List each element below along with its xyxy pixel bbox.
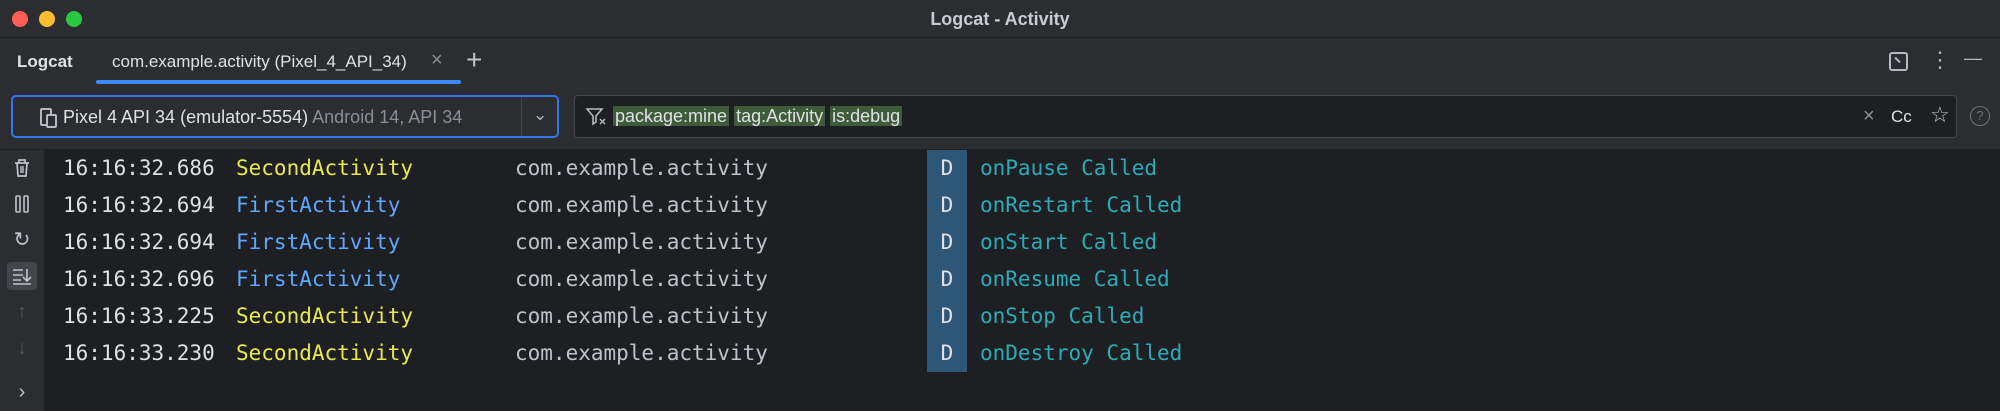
match-case-button[interactable]: Cc [1891,107,1912,127]
log-level-badge: D [927,298,967,335]
device-name: Pixel 4 API 34 (emulator-5554) [63,107,309,127]
device-details: Android 14, API 34 [312,107,463,127]
log-package: com.example.activity [515,267,768,291]
log-row[interactable]: 16:16:33.230 SecondActivity com.example.… [45,335,2000,372]
trash-icon[interactable] [7,154,37,182]
log-package: com.example.activity [515,230,768,254]
tab-logcat-session[interactable]: com.example.activity (Pixel_4_API_34) × [96,38,461,86]
collapse-icon[interactable] [1889,52,1908,71]
log-timestamp: 16:16:32.686 [63,156,215,180]
device-selector[interactable]: Pixel 4 API 34 (emulator-5554) Android 1… [11,95,559,138]
title-bar: Logcat - Activity [0,0,2000,38]
pause-icon[interactable] [7,190,37,218]
filter-chip: package:mine [613,106,730,126]
restart-icon[interactable]: ↻ [7,226,37,254]
log-row[interactable]: 16:16:32.694 FirstActivity com.example.a… [45,187,2000,224]
log-message: onDestroy Called [980,341,1183,365]
log-package: com.example.activity [515,341,768,365]
help-icon[interactable]: ? [1970,106,1990,126]
expand-icon[interactable]: › [7,378,37,406]
filter-icon[interactable] [585,105,607,133]
log-level-badge: D [927,335,967,372]
log-row[interactable]: 16:16:33.225 SecondActivity com.example.… [45,298,2000,335]
log-timestamp: 16:16:33.225 [63,304,215,328]
log-package: com.example.activity [515,193,768,217]
filter-input[interactable]: package:mine tag:Activity is:debug × Cc … [574,95,1957,138]
log-tag: SecondActivity [236,304,414,328]
logcat-toolbar: Pixel 4 API 34 (emulator-5554) Android 1… [0,86,2000,150]
arrow-up-icon[interactable]: ↑ [7,298,37,326]
log-level-badge: D [927,261,967,298]
tab-bar: Logcat com.example.activity (Pixel_4_API… [0,38,2000,86]
log-row[interactable]: 16:16:32.694 FirstActivity com.example.a… [45,224,2000,261]
log-tag: SecondActivity [236,341,414,365]
filter-query: package:mine tag:Activity is:debug [613,106,903,127]
log-row[interactable]: 16:16:32.696 FirstActivity com.example.a… [45,261,2000,298]
log-tag: SecondActivity [236,156,414,180]
scroll-to-end-icon[interactable] [7,262,37,290]
tool-window-title: Logcat [17,52,73,71]
log-level-badge: D [927,224,967,261]
device-icon-overlay [46,114,57,128]
add-tab-icon[interactable]: + [466,44,482,76]
log-timestamp: 16:16:33.230 [63,341,215,365]
logcat-actions-sidebar: ↻ ↑ ↓ › [0,150,45,411]
window-title: Logcat - Activity [930,9,1070,29]
filter-chip: is:debug [830,106,903,126]
favorite-filter-icon[interactable]: ☆ [1930,102,1950,128]
log-message: onStart Called [980,230,1158,254]
close-tab-icon[interactable]: × [431,49,443,72]
chevron-down-icon[interactable]: ⌄ [533,105,547,125]
clear-filter-icon[interactable]: × [1863,105,1875,128]
filter-chip: tag:Activity [734,106,826,126]
arrow-down-icon[interactable]: ↓ [7,334,37,362]
device-label: Pixel 4 API 34 (emulator-5554) Android 1… [63,107,462,128]
log-tag: FirstActivity [236,193,401,217]
tab-label: com.example.activity (Pixel_4_API_34) [112,52,407,71]
log-message: onPause Called [980,156,1158,180]
minimize-panel-icon[interactable]: — [1964,48,1982,69]
log-message: onStop Called [980,304,1145,328]
log-timestamp: 16:16:32.694 [63,230,215,254]
log-timestamp: 16:16:32.694 [63,193,215,217]
log-message: onRestart Called [980,193,1183,217]
log-output[interactable]: 16:16:32.686 SecondActivity com.example.… [45,150,2000,411]
active-tab-indicator [96,80,461,84]
log-level-badge: D [927,150,967,187]
log-message: onResume Called [980,267,1170,291]
log-package: com.example.activity [515,156,768,180]
more-options-icon[interactable]: ⋮ [1929,47,1951,73]
log-package: com.example.activity [515,304,768,328]
log-timestamp: 16:16:32.696 [63,267,215,291]
log-row[interactable]: 16:16:32.686 SecondActivity com.example.… [45,150,2000,187]
log-tag: FirstActivity [236,267,401,291]
device-divider [521,97,522,136]
log-tag: FirstActivity [236,230,401,254]
log-level-badge: D [927,187,967,224]
